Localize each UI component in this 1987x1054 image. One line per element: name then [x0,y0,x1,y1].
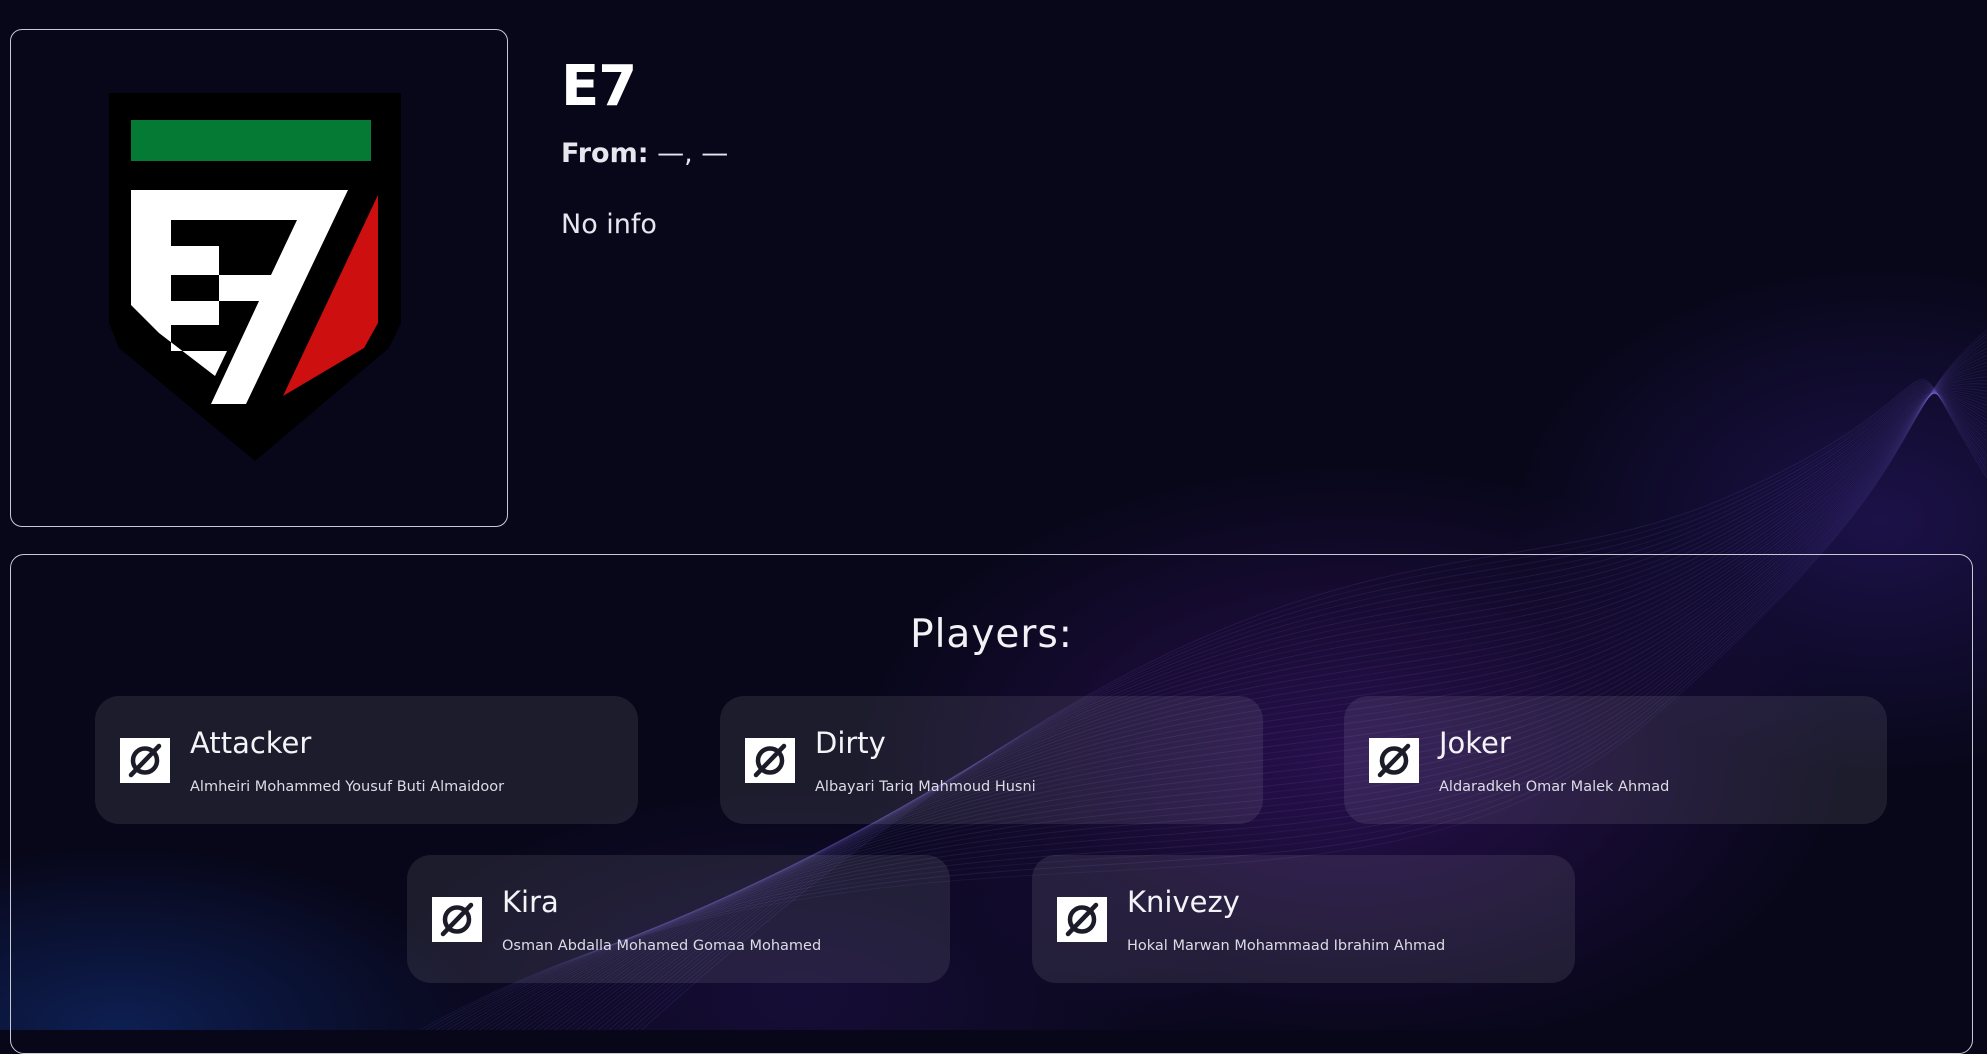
players-heading: Players: [910,612,1073,657]
no-photo-icon [120,738,170,783]
no-photo-icon [745,738,795,783]
player-nickname: Joker [1439,726,1511,760]
player-nickname: Kira [502,885,559,919]
logo-green-stripe [131,120,371,161]
team-description: No info [561,209,657,240]
no-photo-icon [1057,897,1107,942]
from-value: —, — [657,138,729,169]
player-full-name: Albayari Tariq Mahmoud Husni [815,779,1036,795]
player-card-joker[interactable]: Joker Aldaradkeh Omar Malek Ahmad [1344,696,1887,824]
team-logo: E7 [109,93,401,461]
team-origin: From: —, — [561,138,728,169]
player-card-kira[interactable]: Kira Osman Abdalla Mohamed Gomaa Mohamed [407,855,950,983]
player-card-dirty[interactable]: Dirty Albayari Tariq Mahmoud Husni [720,696,1263,824]
player-card-knivezy[interactable]: Knivezy Hokal Marwan Mohammaad Ibrahim A… [1032,855,1575,983]
player-nickname: Dirty [815,726,886,760]
player-full-name: Hokal Marwan Mohammaad Ibrahim Ahmad [1127,938,1446,954]
from-label: From: [561,138,649,169]
team-logo-card: E7 [10,29,508,527]
player-card-attacker[interactable]: Attacker Almheiri Mohammed Yousuf Buti A… [95,696,638,824]
player-full-name: Osman Abdalla Mohamed Gomaa Mohamed [502,938,822,954]
no-photo-icon [432,897,482,942]
player-full-name: Aldaradkeh Omar Malek Ahmad [1439,779,1670,795]
team-info: E7 From: —, — No info [561,52,728,240]
player-nickname: Attacker [190,726,312,760]
player-full-name: Almheiri Mohammed Yousuf Buti Almaidoor [190,779,505,795]
no-photo-icon [1369,738,1419,783]
team-name: E7 [561,54,637,119]
player-nickname: Knivezy [1127,885,1240,919]
